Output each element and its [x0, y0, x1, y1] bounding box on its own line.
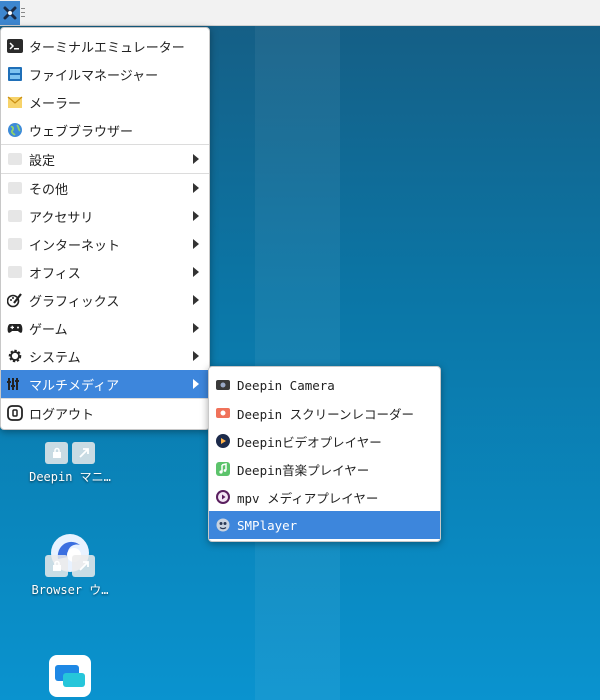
submenu-arrow-icon [193, 351, 199, 361]
browser-icon [45, 533, 95, 577]
settings-placeholder-icon [7, 151, 23, 167]
menu-item-web-browser[interactable]: ウェブブラウザー [1, 116, 209, 144]
menu-item-label: アクセサリ [29, 210, 94, 226]
menu-item-multimedia[interactable]: マルチメディア [1, 370, 209, 398]
menu-item-file-manager[interactable]: ファイルマネージャー [1, 60, 209, 88]
mail-icon [7, 94, 23, 110]
desktop-icon-chat[interactable] [20, 655, 120, 700]
menu-item-label: ターミナルエミュレーター [29, 40, 185, 56]
menu-item-label: マルチメディア [29, 378, 120, 394]
menu-item-games[interactable]: ゲーム [1, 314, 209, 342]
menu-item-label: メーラー [29, 96, 82, 112]
menu-item-label: ファイルマネージャー [29, 68, 159, 84]
submenu-arrow-icon [193, 154, 199, 164]
accessories-placeholder-icon [7, 208, 23, 224]
menu-item-office[interactable]: オフィス [1, 258, 209, 286]
submenu-item-mpv[interactable]: mpv メディアプレイヤー [209, 483, 440, 511]
desktop-icon-browser[interactable]: Browser ウ… [20, 533, 120, 598]
menu-item-label: システム [29, 350, 81, 366]
shortcut-arrow-icon [72, 442, 95, 464]
menu-item-graphics[interactable]: グラフィックス [1, 286, 209, 314]
menu-item-settings[interactable]: 設定 [1, 145, 209, 173]
submenu-item-label: Deepin音楽プレイヤー [237, 462, 370, 478]
menu-item-mail[interactable]: メーラー [1, 88, 209, 116]
shortcut-arrow-icon [72, 555, 95, 577]
menu-item-logout[interactable]: ログアウト [1, 399, 209, 427]
menu-item-other[interactable]: その他 [1, 174, 209, 202]
panel-handle[interactable] [20, 5, 26, 19]
office-placeholder-icon [7, 264, 23, 280]
lock-icon [45, 555, 68, 577]
menu-item-label: ログアウト [29, 407, 95, 423]
submenu-item-video-player[interactable]: Deepinビデオプレイヤー [209, 427, 440, 455]
menu-item-label: その他 [29, 182, 69, 198]
application-menu: ターミナルエミュレーター ファイルマネージャー メーラー ウェブブラウザー 設定… [0, 27, 210, 430]
submenu-item-label: Deepin スクリーンレコーダー [237, 406, 415, 422]
submenu-item-label: mpv メディアプレイヤー [237, 490, 379, 506]
top-panel [0, 0, 600, 26]
internet-placeholder-icon [7, 236, 23, 252]
globe-icon [7, 122, 23, 138]
graphics-icon [7, 292, 23, 308]
lock-icon [45, 442, 68, 464]
terminal-icon [7, 38, 23, 54]
menu-item-internet[interactable]: インターネット [1, 230, 209, 258]
submenu-item-label: Deepinビデオプレイヤー [237, 434, 382, 450]
smplayer-icon [215, 517, 231, 533]
submenu-arrow-icon [193, 267, 199, 277]
mpv-icon [215, 489, 231, 505]
multimedia-icon [7, 376, 23, 392]
submenu-item-smplayer[interactable]: SMPlayer [209, 511, 440, 539]
menu-item-system[interactable]: システム [1, 342, 209, 370]
multimedia-submenu: Deepin Camera Deepin スクリーンレコーダー Deepinビデ… [208, 366, 441, 542]
chat-app-icon [45, 655, 95, 699]
music-player-icon [215, 461, 231, 477]
submenu-arrow-icon [193, 211, 199, 221]
logout-icon [7, 405, 23, 421]
submenu-item-screen-recorder[interactable]: Deepin スクリーンレコーダー [209, 399, 440, 427]
menu-item-label: ゲーム [29, 322, 68, 338]
other-placeholder-icon [7, 180, 23, 196]
submenu-item-label: SMPlayer [237, 517, 298, 533]
menu-item-label: グラフィックス [29, 294, 120, 310]
video-player-icon [215, 433, 231, 449]
gear-icon [7, 348, 23, 364]
desktop-icon-label: Deepin マニ… [29, 470, 111, 484]
menu-item-label: 設定 [29, 153, 56, 169]
screen-recorder-icon [215, 405, 231, 421]
menu-item-accessories[interactable]: アクセサリ [1, 202, 209, 230]
gamepad-icon [7, 320, 23, 336]
start-menu-button[interactable] [0, 1, 20, 25]
app-menu-icon [3, 6, 17, 20]
submenu-arrow-icon [193, 295, 199, 305]
camera-icon [215, 377, 231, 393]
menu-item-label: インターネット [29, 238, 121, 254]
file-manager-icon [7, 66, 23, 82]
submenu-item-music-player[interactable]: Deepin音楽プレイヤー [209, 455, 440, 483]
menu-item-label: オフィス [29, 266, 81, 282]
menu-item-terminal[interactable]: ターミナルエミュレーター [1, 32, 209, 60]
submenu-arrow-icon [193, 379, 199, 389]
submenu-item-label: Deepin Camera [237, 377, 335, 393]
submenu-arrow-icon [193, 239, 199, 249]
menu-item-label: ウェブブラウザー [29, 124, 134, 140]
submenu-arrow-icon [193, 323, 199, 333]
submenu-arrow-icon [193, 183, 199, 193]
submenu-item-deepin-camera[interactable]: Deepin Camera [209, 371, 440, 399]
desktop-icon-label: Browser ウ… [31, 583, 109, 597]
